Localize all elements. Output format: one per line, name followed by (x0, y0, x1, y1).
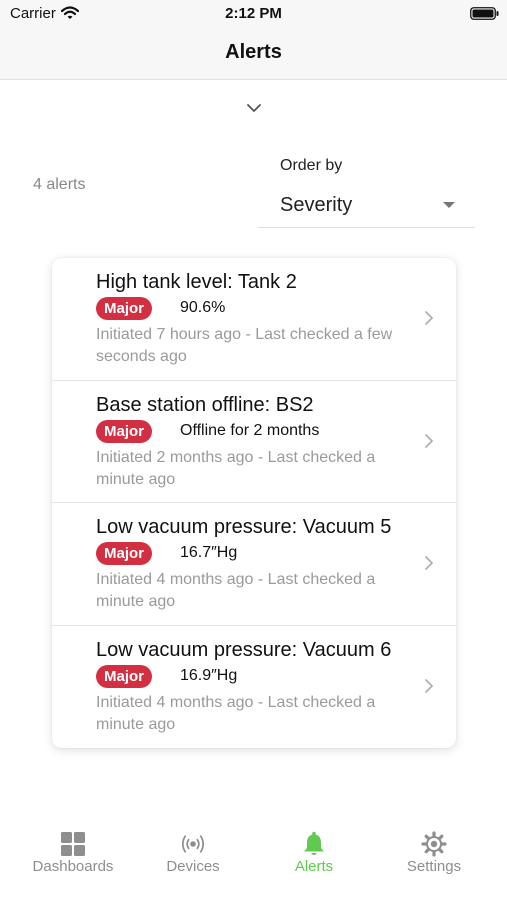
chevron-right-icon (425, 678, 433, 693)
alert-value: 16.9″Hg (180, 666, 238, 684)
order-by-select[interactable]: Severity (258, 186, 475, 228)
chevron-right-icon (425, 311, 433, 325)
chevron-right-icon (425, 556, 433, 570)
gear-icon (421, 831, 447, 857)
header: Carrier 2:12 PM Alerts (0, 0, 507, 80)
alert-meta: Initiated 7 hours ago - Last checked a f… (96, 326, 393, 365)
status-time: 2:12 PM (225, 5, 282, 22)
severity-badge: Major (96, 297, 153, 320)
severity-badge: Major (96, 542, 153, 565)
tab-bar: Dashboards Devices Alerts Settings (0, 818, 507, 900)
alert-count: 4 alerts (33, 176, 86, 193)
alert-value: 90.6% (180, 299, 226, 316)
alert-row[interactable]: High tank level: Tank 2 Major 90.6% Init… (52, 258, 456, 381)
alert-title: Low vacuum pressure: Vacuum 6 (96, 638, 392, 661)
tab-dashboards[interactable]: Dashboards (10, 818, 136, 900)
alert-title: Base station offline: BS2 (96, 393, 314, 416)
alert-row[interactable]: Low vacuum pressure: Vacuum 5 Major 16.7… (52, 503, 456, 626)
alert-meta: Initiated 4 months ago - Last checked a … (96, 571, 376, 610)
alert-list: High tank level: Tank 2 Major 90.6% Init… (52, 258, 456, 748)
chevron-right-icon (425, 433, 433, 448)
status-bar: Carrier 2:12 PM (0, 0, 507, 28)
alert-row[interactable]: Base station offline: BS2 Major Offline … (52, 381, 456, 503)
battery-icon (470, 7, 499, 20)
tab-label: Devices (166, 858, 220, 875)
bell-icon (304, 831, 324, 855)
tab-label: Alerts (294, 858, 334, 875)
tab-label: Settings (406, 858, 462, 875)
alert-title: Low vacuum pressure: Vacuum 5 (96, 516, 392, 538)
severity-badge: Major (96, 419, 153, 443)
alert-row[interactable]: Low vacuum pressure: Vacuum 6 Major 16.9… (52, 626, 456, 749)
tab-devices[interactable]: Devices (130, 818, 256, 900)
page-title: Alerts (225, 41, 282, 63)
alert-meta: Initiated 4 months ago - Last checked a … (96, 693, 376, 733)
broadcast-icon (181, 835, 205, 853)
tab-label: Dashboards (32, 858, 114, 875)
chevron-down-icon[interactable] (246, 102, 262, 114)
alert-title: High tank level: Tank 2 (96, 271, 297, 293)
tab-alerts[interactable]: Alerts (251, 818, 377, 900)
severity-badge: Major (96, 664, 153, 688)
dashboard-grid-icon (61, 832, 85, 856)
order-by-value: Severity (280, 194, 353, 216)
alert-value: Offline for 2 months (180, 421, 320, 439)
alert-value: 16.7″Hg (180, 544, 238, 561)
tab-settings[interactable]: Settings (371, 818, 497, 900)
alert-meta: Initiated 2 months ago - Last checked a … (96, 448, 376, 488)
dropdown-arrow-icon (443, 202, 455, 208)
order-by-label: Order by (280, 157, 343, 174)
